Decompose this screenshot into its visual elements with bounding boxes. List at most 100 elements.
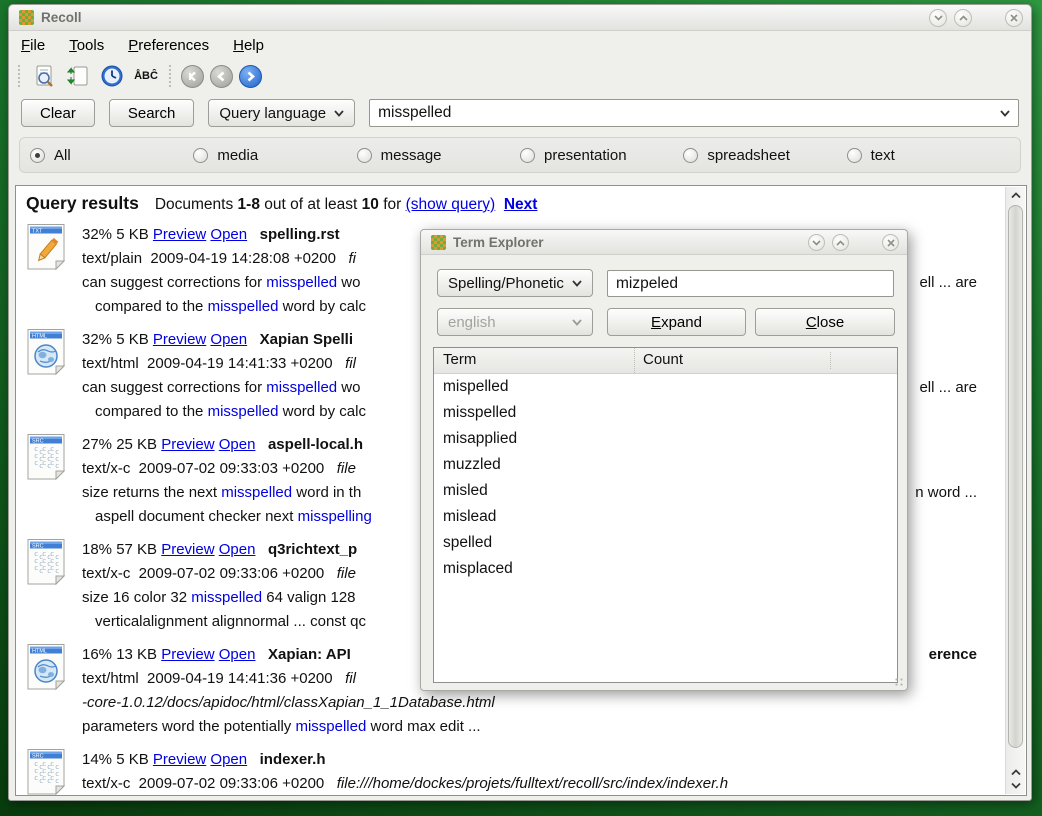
open-link[interactable]: Open — [210, 226, 247, 243]
radio-circle-icon — [520, 148, 535, 163]
radio-media[interactable]: media — [193, 147, 356, 164]
term-row[interactable]: misplaced — [434, 556, 897, 582]
radio-presentation[interactable]: presentation — [520, 147, 683, 164]
results-scrollbar[interactable] — [1005, 187, 1025, 794]
first-page-icon[interactable] — [181, 65, 204, 88]
close-window-button[interactable] — [1005, 9, 1023, 27]
result-text: misspelled — [266, 274, 337, 291]
result-text: text/plain 2009-04-19 14:28:08 +0200 — [82, 250, 348, 267]
result-text — [247, 331, 260, 348]
result-text: file — [337, 565, 356, 582]
preview-link[interactable]: Preview — [153, 751, 206, 768]
radio-spreadsheet[interactable]: spreadsheet — [683, 147, 846, 164]
radio-circle-icon — [193, 148, 208, 163]
open-link[interactable]: Open — [219, 646, 256, 663]
clear-button[interactable]: Clear — [21, 99, 95, 127]
toolbar-handle[interactable] — [17, 64, 22, 88]
result-text: can suggest corrections for — [82, 274, 266, 291]
query-input[interactable]: misspelled — [369, 99, 1019, 127]
result-text: misspelled — [295, 718, 366, 735]
term-row[interactable]: spelled — [434, 530, 897, 556]
svg-text:c: c — [55, 462, 59, 470]
search-mode-combobox[interactable]: Query language — [208, 99, 355, 127]
term-row[interactable]: mislead — [434, 504, 897, 530]
result-text-overflow: n word ... — [915, 481, 977, 505]
shade-up-button[interactable] — [954, 9, 972, 27]
expand-button[interactable]: Expand — [607, 308, 746, 336]
document-history-icon[interactable] — [98, 62, 126, 90]
radio-label: spreadsheet — [707, 147, 790, 164]
menu-preferences[interactable]: Preferences — [128, 37, 209, 54]
svg-text:SRC: SRC — [32, 754, 44, 760]
preview-link[interactable]: Preview — [161, 436, 214, 453]
preview-link[interactable]: Preview — [153, 226, 206, 243]
shade-down-button[interactable] — [808, 234, 825, 251]
result-title: indexer.h — [260, 751, 326, 768]
menu-file[interactable]: File — [21, 37, 45, 54]
toolbar-handle[interactable] — [168, 64, 173, 88]
toolbar: ÅBĈ — [9, 59, 1031, 93]
preview-link[interactable]: Preview — [161, 541, 214, 558]
open-link[interactable]: Open — [219, 541, 256, 558]
chevron-down-icon[interactable] — [1000, 110, 1010, 117]
svg-text:c: c — [34, 774, 38, 782]
term-row[interactable]: muzzled — [434, 452, 897, 478]
term-row[interactable]: mispelled — [434, 374, 897, 400]
next-page-link[interactable]: Next — [504, 196, 538, 213]
term-row[interactable]: misspelled — [434, 400, 897, 426]
result-text: text/html 2009-04-19 14:41:36 +0200 — [82, 670, 345, 687]
menu-tools[interactable]: Tools — [69, 37, 104, 54]
shade-down-button[interactable] — [929, 9, 947, 27]
dialog-titlebar[interactable]: Term Explorer — [421, 230, 907, 255]
radio-message[interactable]: message — [357, 147, 520, 164]
result-text: word by calc — [278, 298, 366, 315]
sort-parameters-icon[interactable] — [64, 62, 92, 90]
previous-page-icon[interactable] — [210, 65, 233, 88]
scroll-up-icon[interactable] — [1006, 187, 1025, 203]
term-row[interactable]: misled — [434, 478, 897, 504]
radio-text[interactable]: text — [847, 147, 1010, 164]
result-text-overflow: ell ... are — [919, 376, 977, 400]
preview-link[interactable]: Preview — [161, 646, 214, 663]
open-link[interactable]: Open — [210, 331, 247, 348]
result-text: word in th — [292, 484, 361, 501]
result-text: size returns the next — [82, 484, 221, 501]
advanced-search-icon[interactable] — [30, 62, 58, 90]
radio-circle-icon — [357, 148, 372, 163]
show-query-link[interactable]: (show query) — [406, 196, 496, 213]
resize-grip[interactable] — [894, 677, 904, 687]
term-explorer-icon[interactable]: ÅBĈ — [132, 62, 160, 90]
term-input[interactable]: mizpeled — [607, 270, 894, 297]
scroll-up-icon[interactable] — [1006, 766, 1025, 779]
result-text: compared to the — [95, 298, 208, 315]
svg-text:c: c — [39, 462, 43, 470]
shade-up-button[interactable] — [832, 234, 849, 251]
column-header-term[interactable]: Term — [434, 348, 634, 373]
results-header: Query results Documents 1-8 out of at le… — [26, 193, 1005, 214]
column-header-count[interactable]: Count — [634, 348, 897, 373]
expansion-mode-combobox[interactable]: Spelling/Phonetic — [437, 269, 593, 297]
close-window-button[interactable] — [882, 234, 899, 251]
main-titlebar[interactable]: Recoll — [9, 5, 1031, 31]
radio-circle-icon — [683, 148, 698, 163]
result-text: can suggest corrections for — [82, 379, 266, 396]
result-title: Xapian: API — [268, 646, 351, 663]
preview-link[interactable]: Preview — [153, 331, 206, 348]
result-text — [255, 646, 268, 663]
open-link[interactable]: Open — [210, 751, 247, 768]
next-page-icon[interactable] — [239, 65, 262, 88]
result-text: 14% 5 KB — [82, 751, 153, 768]
search-button[interactable]: Search — [109, 99, 195, 127]
radio-all[interactable]: All — [30, 147, 193, 164]
result-text: size 16 color 32 — [82, 589, 191, 606]
term-row[interactable]: misapplied — [434, 426, 897, 452]
open-link[interactable]: Open — [219, 436, 256, 453]
scrollbar-thumb[interactable] — [1008, 205, 1023, 748]
scroll-down-icon[interactable] — [1006, 779, 1025, 792]
close-button[interactable]: Close — [755, 308, 895, 336]
html-file-icon: HTML — [26, 643, 68, 739]
src-file-icon: SRCcccccccccccccccccc — [26, 433, 68, 529]
term-table-header[interactable]: Term Count — [434, 348, 897, 374]
menu-help[interactable]: Help — [233, 37, 264, 54]
result-text: text/x-c 2009-07-02 09:33:03 +0200 — [82, 460, 337, 477]
